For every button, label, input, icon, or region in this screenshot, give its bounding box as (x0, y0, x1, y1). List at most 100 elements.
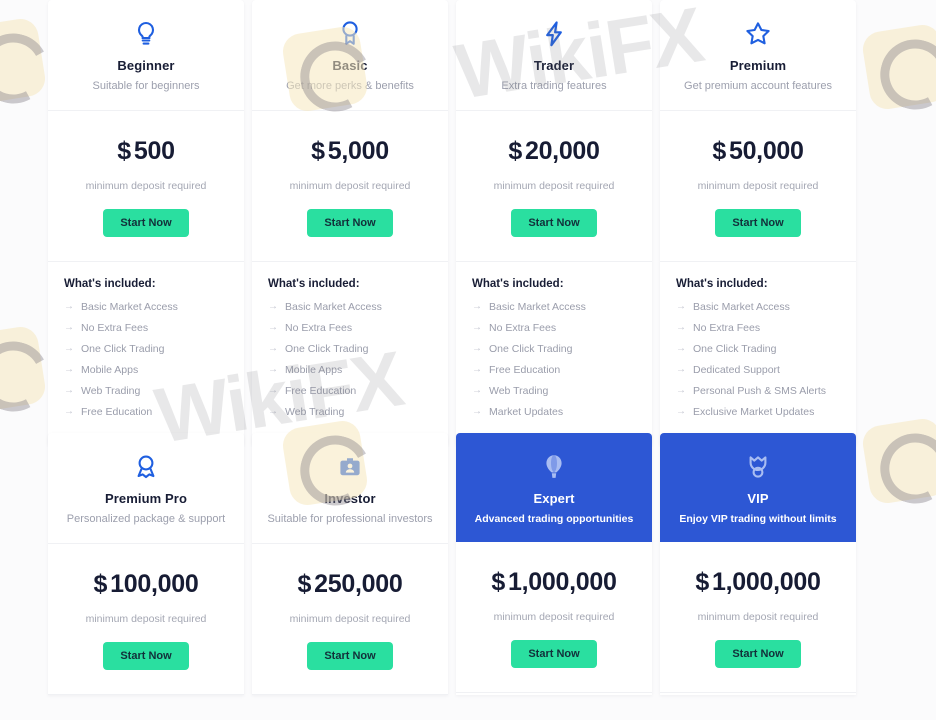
feature-label: No Extra Fees (693, 321, 761, 334)
feature-label: Mobile Apps (285, 364, 343, 377)
feature-item: → No Extra Fees (472, 322, 636, 335)
feature-item: → Mobile Apps (64, 364, 228, 377)
plan-name: VIP (747, 491, 769, 506)
feature-item: → Mobile Apps (268, 364, 432, 377)
card-price-section-vip: $1,000,000 minimum deposit required Star… (660, 542, 856, 694)
price-note: minimum deposit required (493, 179, 615, 192)
arrow-right-icon: → (268, 342, 278, 354)
arrow-right-icon: → (472, 364, 482, 376)
price-note: minimum deposit required (289, 612, 411, 625)
plan-name: Beginner (117, 58, 175, 73)
feature-item: → Web Trading (64, 385, 228, 398)
feature-label: Web Trading (489, 385, 549, 398)
price-amount: 100,000 (110, 569, 199, 598)
currency-symbol: $ (297, 569, 312, 598)
plan-tagline: Extra trading features (501, 80, 607, 92)
feature-item: → Personal Push & SMS Alerts (676, 385, 840, 398)
start-now-button-trader[interactable]: Start Now (511, 208, 597, 237)
plan-tagline: Suitable for beginners (92, 80, 200, 92)
feature-label: No Extra Fees (81, 321, 149, 334)
card-header-expert: Expert Advanced trading opportunities (456, 433, 652, 543)
card-price-section-basic: $5,000 minimum deposit required Start No… (252, 111, 448, 262)
card-header-premium: Premium Get premium account features (660, 0, 856, 111)
feature-item: → Exclusive Market Updates (676, 406, 840, 419)
features-heading: What's included: (472, 277, 564, 290)
pricing-card-basic: Basic Get more perks & benefits $5,000 m… (252, 0, 448, 446)
plan-name: Expert (533, 491, 575, 506)
plan-price: $500 (58, 137, 234, 166)
feature-item: → Market Updates (472, 406, 636, 419)
feature-item: → Web Trading (472, 385, 636, 398)
price-note: minimum deposit required (697, 179, 819, 192)
feature-item: → Web Trading (268, 406, 432, 419)
card-price-section-investor: $250,000 minimum deposit required Start … (252, 544, 448, 695)
start-now-button-basic[interactable]: Start Now (307, 208, 393, 237)
currency-symbol: $ (712, 136, 726, 165)
arrow-right-icon: → (472, 321, 482, 333)
plan-tagline: Get more perks & benefits (286, 80, 414, 92)
card-price-section-beginner: $500 minimum deposit required Start Now (48, 111, 244, 262)
feature-label: One Click Trading (489, 342, 573, 355)
arrow-right-icon: → (676, 342, 686, 354)
arrow-right-icon: → (64, 406, 74, 418)
feature-item: → One Click Trading (268, 343, 432, 356)
card-header-vip: VIP Enjoy VIP trading without limits (660, 433, 856, 543)
features-heading: What's included: (64, 277, 156, 290)
plan-price: $5,000 (262, 137, 438, 166)
feature-item: → One Click Trading (64, 343, 228, 356)
arrow-right-icon: → (676, 364, 686, 376)
start-now-button-premium-pro[interactable]: Start Now (103, 641, 189, 670)
arrow-right-icon: → (676, 406, 686, 418)
plan-price: $50,000 (670, 137, 846, 166)
vip-medal-icon (670, 451, 846, 483)
feature-label: Basic Market Access (489, 300, 586, 313)
features-list: → Basic Market Access → No Extra Fees → … (64, 301, 228, 419)
price-note: minimum deposit required (697, 611, 819, 624)
briefcase-person-icon (262, 451, 438, 483)
feature-label: Web Trading (81, 385, 141, 398)
arrow-right-icon: → (676, 321, 686, 333)
watermark-logo-icon (860, 22, 936, 112)
start-now-button-investor[interactable]: Start Now (307, 641, 393, 670)
feature-label: Free Education (81, 406, 153, 419)
price-amount: 20,000 (524, 136, 600, 165)
plan-name: Basic (332, 58, 368, 73)
arrow-right-icon: → (268, 385, 278, 397)
award-ribbon-icon (262, 18, 438, 50)
feature-item: → Free Education (472, 364, 636, 377)
arrow-right-icon: → (64, 321, 74, 333)
pricing-card-expert: Expert Advanced trading opportunities $1… (456, 433, 652, 695)
feature-label: No Extra Fees (285, 321, 353, 334)
pricing-card-premium: Premium Get premium account features $50… (660, 0, 856, 446)
card-price-section-premium: $50,000 minimum deposit required Start N… (660, 111, 856, 262)
star-icon (670, 18, 846, 50)
price-note: minimum deposit required (85, 179, 207, 192)
start-now-button-vip[interactable]: Start Now (715, 640, 801, 669)
pricing-card-trader: Trader Extra trading features $20,000 mi… (456, 0, 652, 446)
arrow-right-icon: → (472, 385, 482, 397)
card-header-investor: Investor Suitable for professional inves… (252, 433, 448, 544)
plan-name: Premium Pro (104, 491, 187, 506)
feature-label: Basic Market Access (693, 300, 790, 313)
price-amount: 500 (133, 136, 175, 165)
start-now-button-premium[interactable]: Start Now (715, 208, 801, 237)
watermark-logo-icon (0, 16, 48, 106)
card-header-beginner: Beginner Suitable for beginners (48, 0, 244, 111)
feature-label: Free Education (285, 385, 357, 398)
plan-price: $1,000,000 (466, 568, 642, 597)
start-now-button-expert[interactable]: Start Now (511, 640, 597, 669)
features-section-trader: What's included: → Basic Market Access →… (456, 262, 652, 446)
card-price-section-trader: $20,000 minimum deposit required Start N… (456, 111, 652, 262)
currency-symbol: $ (93, 569, 108, 598)
feature-label: No Extra Fees (489, 321, 557, 334)
plan-name: Investor (324, 491, 376, 506)
arrow-right-icon: → (268, 364, 278, 376)
plan-tagline: Advanced trading opportunities (474, 513, 634, 525)
features-list: → Basic Market Access → No Extra Fees → … (676, 301, 840, 419)
features-heading: What's included: (268, 277, 360, 290)
price-amount: 1,000,000 (712, 568, 821, 597)
features-section-premium: What's included: → Basic Market Access →… (660, 262, 856, 446)
start-now-button-beginner[interactable]: Start Now (103, 208, 189, 237)
plan-tagline: Enjoy VIP trading without limits (679, 513, 837, 525)
feature-item: → No Extra Fees (268, 322, 432, 335)
